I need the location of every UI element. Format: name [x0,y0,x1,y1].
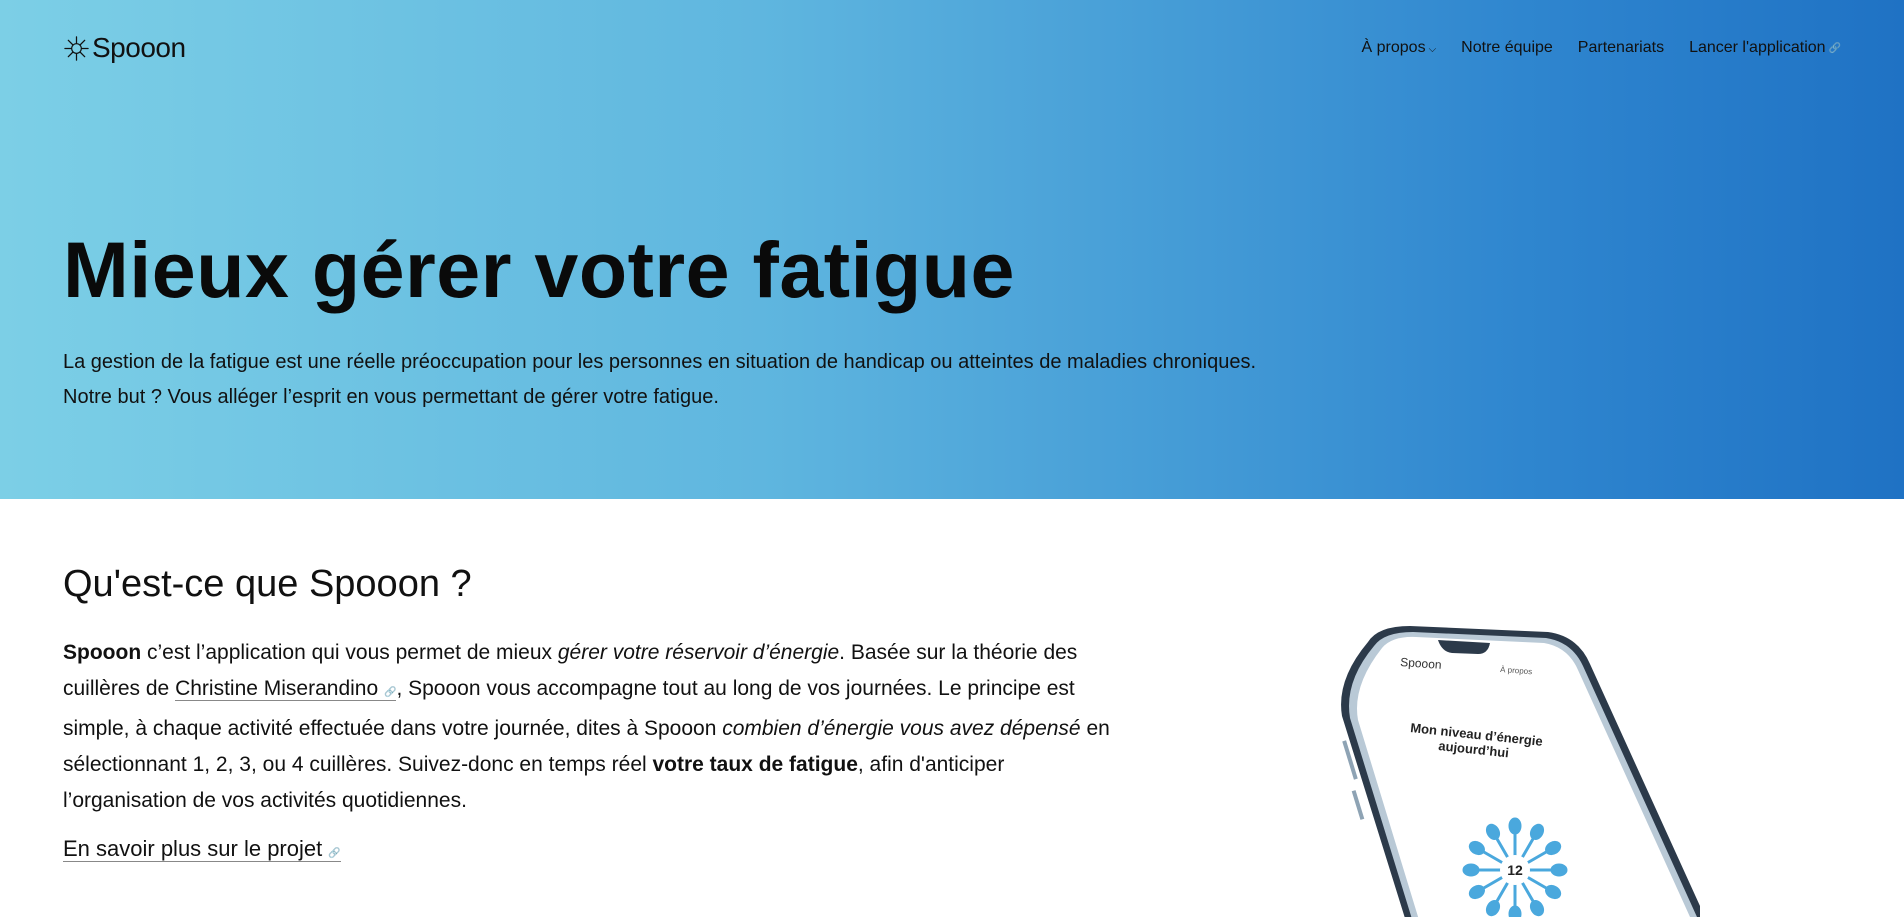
nav-launch-app[interactable]: Lancer l'application 🔗 [1689,39,1841,57]
external-link-icon: 🔗 [1828,42,1841,54]
nav-partners[interactable]: Partenariats [1578,39,1664,57]
external-link-icon: 🔗 [328,848,341,859]
top-bar: Spooon À propos ⌵ Notre équipe Partenari… [63,30,1841,66]
phone-side-button [1351,790,1365,820]
miserandino-link[interactable]: Christine Miserandino 🔗 [175,677,397,701]
hero-line-1: La gestion de la fatigue est une réelle … [63,351,1257,373]
phone-illustration: Spooon À propos Mon niveau d’énergie auj… [1341,626,1705,917]
hero-banner: Spooon À propos ⌵ Notre équipe Partenari… [0,0,1904,499]
learn-more-link[interactable]: En savoir plus sur le projet 🔗 [63,836,341,862]
phone-brand: Spooon [1400,655,1442,672]
em-energy: gérer votre réservoir d’énergie [557,641,840,664]
about-section: Qu'est-ce que Spooon ? Spooon c’est l’ap… [0,499,1904,917]
main-nav: À propos ⌵ Notre équipe Partenariats Lan… [1362,39,1841,57]
nav-team[interactable]: Notre équipe [1461,39,1553,57]
section-paragraph: Spooon c’est l’application qui vous perm… [63,635,1123,819]
hero-line-2: Notre but ? Vous alléger l’esprit en vou… [63,386,719,408]
learn-more-label: En savoir plus sur le projet [63,836,323,861]
strong-fatigue: votre taux de fatigue [652,753,858,776]
learn-more: En savoir plus sur le projet 🔗 [63,836,341,862]
section-title: Qu'est-ce que Spooon ? [63,563,472,605]
em-spent: combien d’énergie vous avez dépensé [722,717,1081,740]
logo[interactable]: Spooon [63,32,186,64]
miserandino-label: Christine Miserandino [175,677,379,700]
logo-text: Spooon [92,32,186,63]
nav-about[interactable]: À propos ⌵ [1362,39,1437,57]
nav-launch-label: Lancer l'application [1689,39,1826,56]
energy-level: 12 [1507,862,1523,878]
spoon-burst-icon [64,35,89,61]
phone-mockup: Spooon À propos Mon niveau d’énergie auj… [1320,620,1705,917]
nav-about-label: À propos [1361,39,1426,56]
hero-subtitle: La gestion de la fatigue est une réelle … [63,345,1256,415]
external-link-icon: 🔗 [384,687,397,698]
strong-spooon: Spooon [63,641,142,664]
para-text-1: c’est l’application qui vous permet de m… [141,641,558,664]
hero-title: Mieux gérer votre fatigue [63,225,1015,314]
chevron-down-icon: ⌵ [1428,43,1437,55]
